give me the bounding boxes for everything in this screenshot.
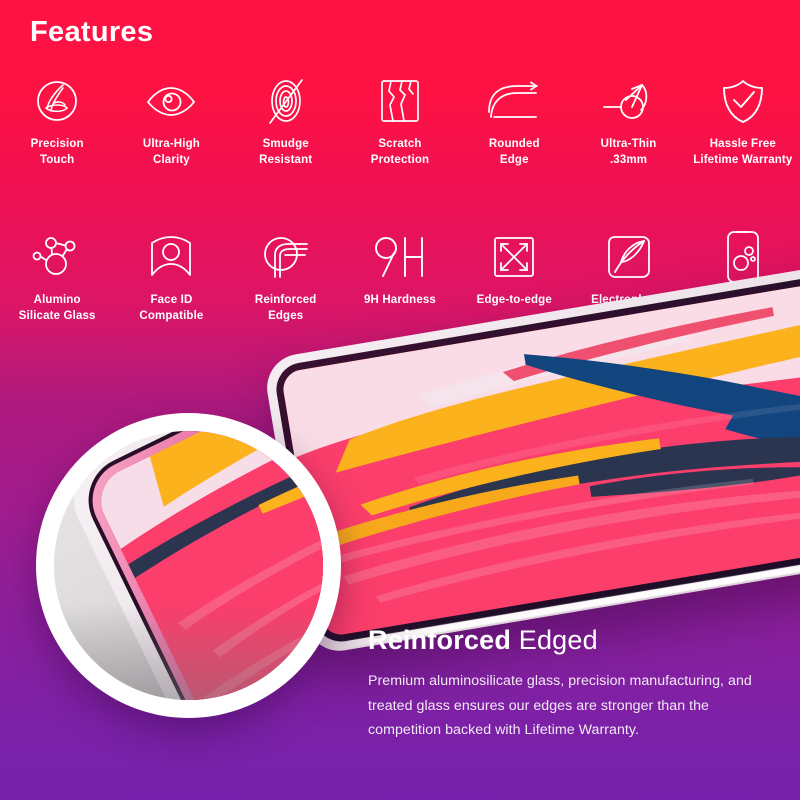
feature-alumino-silicate-glass[interactable]: Alumino Silicate Glass xyxy=(0,228,114,325)
feature-face-id-compatible[interactable]: Face ID Compatible xyxy=(114,228,228,325)
feature-label: Smudge Resistant xyxy=(259,138,313,166)
hardness-9h-icon xyxy=(366,228,434,286)
thickness-caliper-icon xyxy=(595,72,663,130)
callout-heading: Reinforced Edged xyxy=(368,624,772,656)
molecule-icon xyxy=(23,228,91,286)
feature-ultra-high-clarity[interactable]: Ultra-High Clarity xyxy=(114,72,228,169)
callout-heading-light: Edged xyxy=(518,625,598,655)
shield-check-icon xyxy=(709,72,777,130)
feature-hassle-free-warranty[interactable]: Hassle Free Lifetime Warranty xyxy=(686,72,800,169)
feature-row-1: Precision Touch Ultra-High Clarity Smudg… xyxy=(0,72,800,169)
eye-icon xyxy=(137,72,205,130)
peeling-film-icon xyxy=(595,228,663,286)
feature-ultra-thin[interactable]: Ultra-Thin .33mm xyxy=(571,72,685,169)
cracked-screen-square-icon xyxy=(366,72,434,130)
fingerprint-circle-icon xyxy=(23,72,91,130)
reinforced-edge-icon xyxy=(252,228,320,286)
feature-reinforced-edges[interactable]: Reinforced Edges xyxy=(229,228,343,325)
feature-rounded-edge[interactable]: Rounded Edge xyxy=(457,72,571,169)
callout-text-block: Reinforced Edged Premium aluminosilicate… xyxy=(368,624,772,743)
feature-label: Face ID Compatible xyxy=(139,294,204,322)
rounded-edge-arrow-icon xyxy=(480,72,548,130)
magnifier-lens xyxy=(36,413,341,718)
feature-label: Scratch Protection xyxy=(370,138,430,166)
feature-9h-hardness[interactable]: 9H Hardness xyxy=(343,228,457,325)
feature-scratch-protection[interactable]: Scratch Protection xyxy=(343,72,457,169)
smudge-no-fingerprint-icon xyxy=(252,72,320,130)
feature-smudge-resistant[interactable]: Smudge Resistant xyxy=(229,72,343,169)
page-title: Features xyxy=(30,16,154,48)
feature-label: Edge-to-edge xyxy=(476,294,552,306)
callout-body: Premium aluminosilicate glass, precision… xyxy=(368,673,752,739)
face-id-icon xyxy=(137,228,205,286)
product-feature-banner: Features Precision Touch Ultra-High Clar… xyxy=(0,0,800,800)
lens-inner-shadow xyxy=(54,604,323,700)
feature-label: Hassle Free Lifetime Warranty xyxy=(693,138,793,166)
edge-to-edge-arrows-icon xyxy=(480,228,548,286)
feature-label: Reinforced Edges xyxy=(254,294,317,322)
feature-label: Precision Touch xyxy=(30,138,84,166)
feature-label: Ultra-Thin .33mm xyxy=(600,138,657,166)
feature-label: 9H Hardness xyxy=(364,294,436,306)
feature-precision-touch[interactable]: Precision Touch xyxy=(0,72,114,169)
magnifier-view xyxy=(54,431,323,700)
feature-label: Ultra-High Clarity xyxy=(142,138,200,166)
feature-label: Rounded Edge xyxy=(488,138,540,166)
feature-label: Alumino Silicate Glass xyxy=(18,294,96,322)
callout-heading-strong: Reinforced xyxy=(368,625,512,655)
